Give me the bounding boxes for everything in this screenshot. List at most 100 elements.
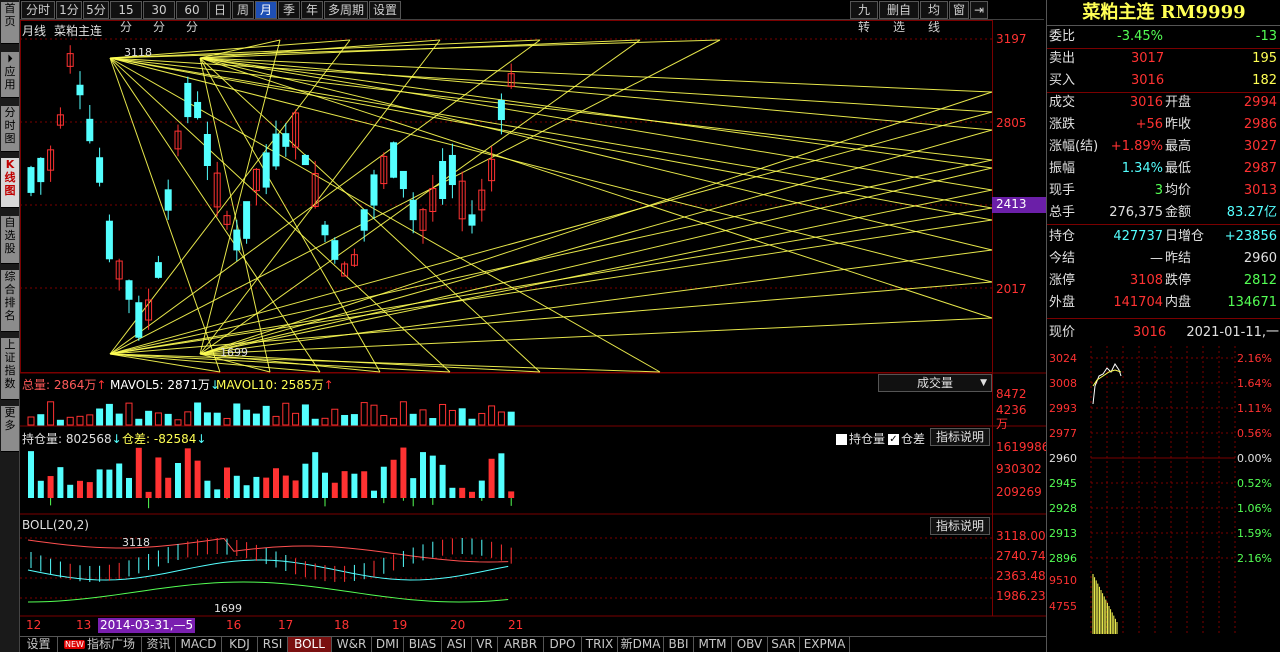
candle-body bbox=[399, 170, 407, 190]
mini-header: 现价 3016 2021-01-11,一 bbox=[1047, 322, 1280, 344]
indicator-tab[interactable]: NEW 指标广场 bbox=[58, 637, 142, 652]
sell-row[interactable]: 卖出 3017 195 bbox=[1047, 48, 1280, 70]
nav-timeshare[interactable]: 分时图 bbox=[1, 106, 19, 152]
oi-bar bbox=[469, 491, 475, 498]
oi-bar bbox=[67, 484, 74, 498]
volume-bar bbox=[27, 416, 35, 426]
volume-bar bbox=[223, 417, 231, 426]
indicator-tab[interactable]: VR bbox=[472, 637, 498, 652]
mini-left-axis-label: 3008 bbox=[1049, 377, 1077, 390]
gann-line bbox=[199, 57, 993, 191]
period-button[interactable]: 1分 bbox=[56, 1, 82, 19]
toolbar-button[interactable]: 均线 bbox=[920, 1, 948, 34]
indicator-selector[interactable]: 成交量 ▼ bbox=[878, 374, 992, 392]
indicator-tab[interactable]: ASI bbox=[442, 637, 472, 652]
indicator-tab[interactable]: BOLL bbox=[288, 637, 332, 652]
candle-body bbox=[194, 101, 202, 119]
indicator-tab[interactable]: 新DMA bbox=[618, 637, 664, 652]
low-annotation: 1699 bbox=[220, 346, 248, 359]
quote-field-value: 141704 bbox=[1113, 295, 1163, 310]
oi-bar bbox=[253, 476, 260, 498]
toolbar-button[interactable]: 九转 bbox=[850, 1, 878, 34]
indicator-tab[interactable]: BIAS bbox=[404, 637, 442, 652]
volume-bar bbox=[174, 419, 182, 426]
period-button[interactable]: 周 bbox=[232, 1, 254, 19]
volume-bar bbox=[96, 408, 104, 426]
period-toolbar: 分时 1分 5分 15分 30分 60分日周月季年多周期 设置 九转 删自选 均线窗 ⇥ bbox=[20, 0, 1044, 34]
period-button[interactable]: 30分 bbox=[143, 1, 175, 34]
nav-apps[interactable]: ⏵ 应用 bbox=[1, 52, 19, 98]
oi-bar bbox=[37, 480, 44, 498]
indicator-tab[interactable]: KDJ bbox=[222, 637, 258, 652]
x-axis-label: 19 bbox=[392, 618, 408, 632]
mini-left-axis-label: 2913 bbox=[1049, 527, 1077, 540]
oi-checkbox[interactable]: 持仓量 bbox=[836, 430, 885, 447]
period-button[interactable]: 分时 bbox=[21, 1, 55, 19]
kline-chart[interactable]: 月线 菜粕主连 3197 2805 2413 2017 3118 1699 总量… bbox=[20, 20, 1049, 636]
nav-watchlist[interactable]: 自选股 bbox=[1, 216, 19, 264]
nav-ranking[interactable]: 综合排名 bbox=[1, 270, 19, 332]
indicator-tab[interactable]: RSI bbox=[258, 637, 288, 652]
toolbar-button[interactable]: 删自选 bbox=[879, 1, 919, 34]
boll-desc-button[interactable]: 指标说明 bbox=[930, 517, 990, 535]
buy-row[interactable]: 买入 3016 182 bbox=[1047, 70, 1280, 92]
period-button[interactable]: 多周期 bbox=[324, 1, 368, 19]
indicator-tab[interactable]: W&R bbox=[332, 637, 372, 652]
candle-body bbox=[321, 224, 329, 236]
indicator-tab[interactable]: DPO bbox=[544, 637, 582, 652]
nav-kline[interactable]: K线图 bbox=[1, 158, 19, 208]
volume-bar bbox=[115, 413, 123, 426]
period-button[interactable]: 60分 bbox=[176, 1, 208, 34]
indicator-tab[interactable]: SAR bbox=[768, 637, 800, 652]
volume-bar bbox=[321, 417, 329, 426]
indicator-tab[interactable]: 资讯 bbox=[142, 637, 176, 652]
mini-right-axis-label: 0.56% bbox=[1237, 427, 1272, 440]
boll-high-annotation: 3118 bbox=[122, 536, 150, 549]
oi-desc-button[interactable]: 指标说明 bbox=[930, 428, 990, 446]
mini-timeshare-chart[interactable]: 3024 2.16% 3008 1.64% 2993 1.11% 2977 0.56% 2960… bbox=[1047, 346, 1280, 634]
oi-diff-checkbox[interactable]: ✓ 仓差 bbox=[888, 430, 925, 447]
indicator-tab[interactable]: ARBR bbox=[498, 637, 544, 652]
webi-pct: -3.45% bbox=[1117, 29, 1163, 44]
mini-date: 2021-01-11,一 bbox=[1186, 325, 1279, 340]
nav-more[interactable]: 更多 bbox=[1, 406, 19, 452]
toolbar-button[interactable]: 窗 bbox=[949, 1, 969, 19]
quote-row: 振幅 1.34% 最低 2987 bbox=[1047, 158, 1280, 180]
period-button[interactable]: 日 bbox=[209, 1, 231, 19]
nav-index[interactable]: 上证指数 bbox=[1, 338, 19, 400]
period-button[interactable]: 设置 bbox=[369, 1, 401, 19]
collapse-panel-icon[interactable]: ⇥ bbox=[970, 1, 988, 19]
volume-ma5: MAVOL5: 2871万↓ bbox=[110, 378, 221, 392]
oi-bar bbox=[390, 459, 397, 498]
period-button[interactable]: 年 bbox=[301, 1, 323, 19]
oi-bar bbox=[175, 462, 181, 498]
oi-bar bbox=[410, 478, 417, 498]
oi-bar bbox=[214, 489, 221, 498]
indicator-tab[interactable]: MTM bbox=[694, 637, 732, 652]
period-button[interactable]: 季 bbox=[278, 1, 300, 19]
quote-row: 成交 3016 开盘 2994 bbox=[1047, 92, 1280, 114]
indicator-tab[interactable]: EXPMA bbox=[800, 637, 850, 652]
mini-price: 3016 bbox=[1133, 325, 1167, 340]
indicator-tab[interactable]: DMI bbox=[372, 637, 404, 652]
quote-field-value: 2960 bbox=[1243, 251, 1277, 266]
indicator-tab[interactable]: 设置 bbox=[20, 637, 58, 652]
oi-bar bbox=[96, 469, 103, 498]
indicator-tabs: 设置 NEW 指标广场 资讯 MACD KDJ RSI BOLL W&R DMI BIAS ASI VR… bbox=[20, 636, 1046, 652]
indicator-tab[interactable]: MACD bbox=[176, 637, 222, 652]
indicator-tab[interactable]: BBI bbox=[664, 637, 694, 652]
quote-field-value: 3016 bbox=[1129, 95, 1163, 110]
oi-bar bbox=[194, 460, 201, 498]
mini-vol-axis-label: 4755 bbox=[1049, 600, 1077, 613]
volume-bar bbox=[145, 410, 153, 426]
indicator-tab[interactable]: OBV bbox=[732, 637, 768, 652]
period-button[interactable]: 5分 bbox=[83, 1, 109, 19]
period-button[interactable]: 月 bbox=[255, 1, 277, 19]
period-button[interactable]: 15分 bbox=[110, 1, 142, 34]
volume-axis-unit: 万 bbox=[996, 417, 1009, 431]
nav-home[interactable]: 首页 bbox=[1, 2, 19, 44]
mini-right-axis-label: 1.06% bbox=[1237, 502, 1272, 515]
chevron-down-icon: ▼ bbox=[980, 378, 987, 388]
volume-bar bbox=[458, 408, 466, 426]
indicator-tab[interactable]: TRIX bbox=[582, 637, 618, 652]
